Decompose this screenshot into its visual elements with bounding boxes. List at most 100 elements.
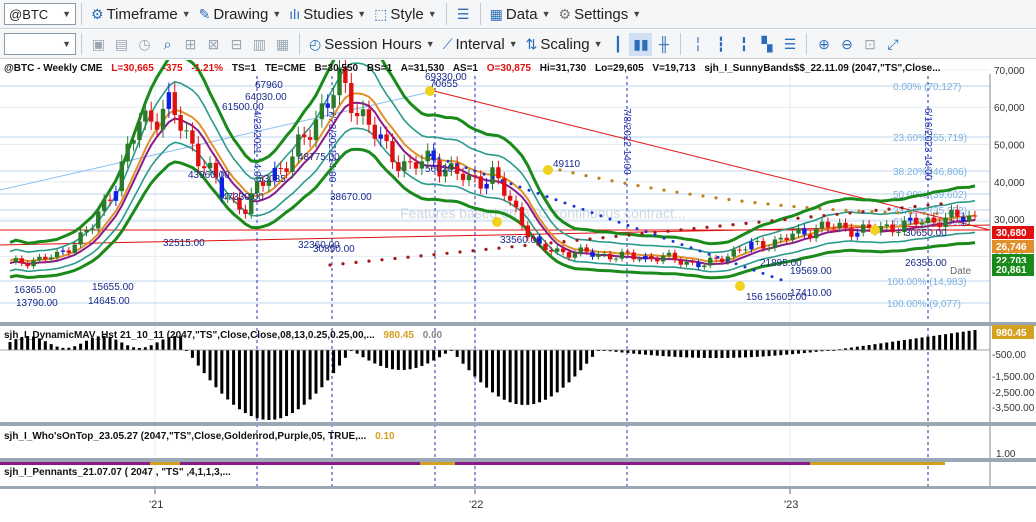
quote-icon[interactable]: ▣ <box>87 33 110 56</box>
dot <box>608 217 612 221</box>
header-symbol: @BTC - Weekly CME <box>4 63 103 74</box>
dot <box>887 207 891 211</box>
candle-body <box>243 209 248 214</box>
expand-icon[interactable]: ⤢ <box>881 33 904 56</box>
histogram-bar <box>373 350 377 364</box>
histogram-bar <box>120 342 124 350</box>
candle-body <box>166 92 172 109</box>
compare-icon[interactable]: ⊞ <box>179 33 202 56</box>
candle-body <box>178 115 183 131</box>
candle-body <box>772 239 778 248</box>
candle-body <box>313 119 319 140</box>
histogram-bar <box>744 350 748 358</box>
candle-body <box>596 254 601 257</box>
histogram-bar <box>43 341 47 350</box>
bar-chart-icon[interactable]: ┃ <box>606 33 629 56</box>
price-label: 15605.00 <box>765 292 807 303</box>
candlestick-icon[interactable]: ▮▮ <box>629 32 653 56</box>
time-icon[interactable]: ◷ <box>133 33 156 56</box>
date-label: 6/16/2023 14:00 <box>922 108 933 181</box>
candle-body <box>602 253 607 255</box>
histogram-bar <box>196 350 200 366</box>
session-hours-menu[interactable]: ◴ Session Hours ▼ <box>305 32 439 56</box>
layers-icon[interactable]: ☰ <box>778 33 801 56</box>
histogram-bar <box>90 338 94 350</box>
symbol-selector[interactable]: @BTC ▼ <box>4 3 76 25</box>
dot <box>623 181 627 185</box>
pan-icon[interactable]: ⊡ <box>858 33 881 56</box>
scaling-label: Scaling <box>540 35 590 53</box>
ohlc-icon[interactable]: ╫ <box>652 33 675 56</box>
histogram-icon[interactable]: ╏ <box>732 33 755 56</box>
split-icon[interactable]: ⊟ <box>225 33 248 56</box>
price-label: 26355.00 <box>905 258 947 269</box>
panel-divider[interactable] <box>0 486 1036 489</box>
price-label: 61500.00 <box>222 102 264 113</box>
dot <box>718 224 722 228</box>
histogram-bar <box>967 330 971 350</box>
dot <box>563 201 567 205</box>
dot <box>640 232 644 236</box>
histogram-bar <box>538 350 542 403</box>
dot <box>883 210 887 214</box>
histogram-bar <box>643 350 647 355</box>
chart-icon[interactable]: ▤ <box>110 33 133 56</box>
volume-icon[interactable]: ┇ <box>709 33 732 56</box>
watermark-text: Features based on BTC continuous contrac… <box>400 205 686 221</box>
zoom-search-icon[interactable]: ⌕ <box>156 33 179 56</box>
pattern-icon[interactable]: ⊠ <box>202 33 225 56</box>
candle-body <box>43 256 48 260</box>
histogram-bar <box>679 350 683 358</box>
dot <box>770 219 774 223</box>
panel-divider[interactable] <box>0 422 1036 426</box>
header-bid-size: BS=1 <box>367 63 393 74</box>
header-last: L=30,665 <box>111 63 154 74</box>
dot <box>744 221 748 225</box>
chevron-down-icon: ▼ <box>181 9 191 19</box>
timeframe-menu[interactable]: ⚙ Timeframe ▼ <box>87 2 195 26</box>
scaling-icon: ⇅ <box>525 35 538 52</box>
chart-svg[interactable]: 0.00% (70,127)23.60% (55,719)38.20% (46,… <box>0 60 1036 522</box>
candle-body <box>149 110 154 122</box>
histogram-bar <box>361 350 365 358</box>
data-menu[interactable]: ▦ Data ▼ <box>486 2 555 26</box>
histogram-bar <box>237 350 241 410</box>
candle-body <box>631 252 636 260</box>
histogram-bar <box>632 350 636 354</box>
histogram-bar <box>514 350 518 405</box>
drawing-menu[interactable]: ✎ Drawing ▼ <box>195 2 286 26</box>
price-label: 156 <box>746 292 763 303</box>
area-icon[interactable]: ▚ <box>755 33 778 56</box>
symbol-input[interactable]: ▼ <box>4 33 76 55</box>
panel-divider[interactable] <box>0 458 1036 462</box>
studies-menu[interactable]: ılı Studies ▼ <box>285 2 370 26</box>
histogram-bar <box>961 331 965 350</box>
line-chart-icon[interactable]: ╎ <box>686 33 709 56</box>
layout-icon[interactable]: ☰ <box>452 3 475 26</box>
panel-divider[interactable] <box>0 322 1036 326</box>
zoom-out-icon[interactable]: ⊖ <box>835 33 858 56</box>
zoom-in-icon[interactable]: ⊕ <box>812 33 835 56</box>
candle-body <box>302 134 307 138</box>
settings-menu[interactable]: ⚙ Settings ▼ <box>555 2 646 26</box>
interval-menu[interactable]: ⟋ Interval ▼ <box>439 32 522 56</box>
time-label: '23 <box>784 499 798 511</box>
style-menu[interactable]: ⬚ Style ▼ <box>370 2 441 26</box>
grid-icon[interactable]: ▥ <box>248 33 271 56</box>
histogram-bar <box>696 350 700 358</box>
price-label: 48775.00 <box>298 152 340 163</box>
candle-body <box>660 255 666 262</box>
candle-body <box>201 166 207 169</box>
chart-area[interactable]: 0.00% (70,127) 23.60% (55,719) 38.20% (46,… <box>0 60 1036 522</box>
dot <box>731 223 735 227</box>
clock-icon: ◴ <box>309 35 322 52</box>
dot <box>679 228 683 232</box>
table-icon[interactable]: ▦ <box>271 33 294 56</box>
candle-body <box>696 262 701 268</box>
candle-body <box>690 261 695 263</box>
dot <box>572 204 576 208</box>
candle-body <box>855 232 860 237</box>
price-badges: 30,68026,74622,70320,861 <box>992 226 1034 276</box>
candle-body <box>19 258 24 264</box>
scaling-menu[interactable]: ⇅ Scaling ▼ <box>522 32 607 56</box>
